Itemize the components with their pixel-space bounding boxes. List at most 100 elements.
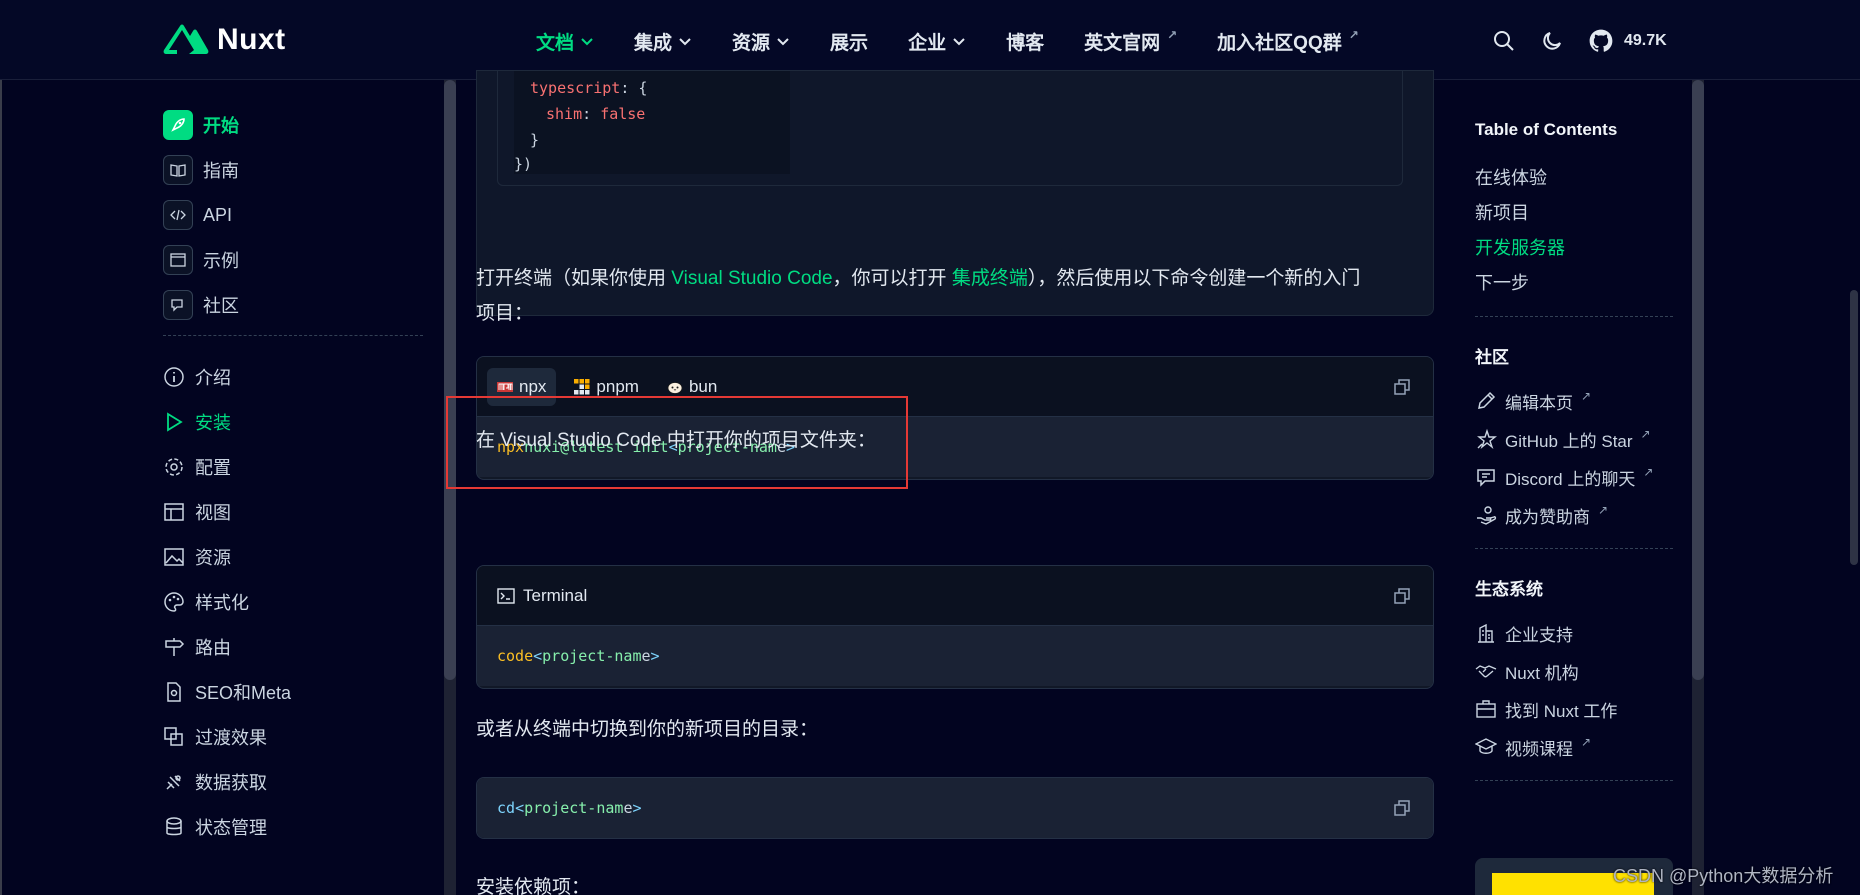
toc-item-next-steps[interactable]: 下一步 xyxy=(1475,269,1675,304)
copy-icon[interactable] xyxy=(1393,378,1411,396)
sidebar-item-routing[interactable]: 路由 xyxy=(163,632,423,662)
terminal-label: Terminal xyxy=(523,585,588,605)
sidebar-item-label: 视图 xyxy=(195,503,231,523)
nav-integrations[interactable]: 集成 xyxy=(634,28,692,55)
scrollbar-thumb[interactable] xyxy=(1692,80,1704,680)
toc-item-dev-server[interactable]: 开发服务器 xyxy=(1475,234,1675,269)
link-video-courses[interactable]: 视频课程 ↗ xyxy=(1475,728,1675,766)
sidebar-item-transitions[interactable]: 过渡效果 xyxy=(163,722,423,752)
link-github-star[interactable]: GitHub 上的 Star ↗ xyxy=(1475,420,1675,458)
github-icon[interactable] xyxy=(1588,28,1614,54)
nav-showcase[interactable]: 展示 xyxy=(830,28,868,55)
moon-icon[interactable] xyxy=(1540,29,1564,53)
scrollbar-thumb[interactable] xyxy=(444,80,456,680)
page-scrollbar[interactable] xyxy=(1848,80,1860,895)
toc-link-label: GitHub 上的 Star xyxy=(1505,431,1633,451)
nav-blog[interactable]: 博客 xyxy=(1006,28,1044,55)
code-token: e xyxy=(641,647,651,665)
nav-enterprise[interactable]: 企业 xyxy=(908,28,966,55)
external-link-icon: ↗ xyxy=(1581,735,1592,749)
transition-icon xyxy=(163,726,185,748)
code-line: typescript: { xyxy=(530,79,647,97)
nav-blog-label: 博客 xyxy=(1006,32,1045,54)
hands-icon xyxy=(1477,506,1497,525)
link-vscode[interactable]: Visual Studio Code xyxy=(671,268,832,289)
code-token: cd xyxy=(497,799,516,817)
sidebar-item-getting-started[interactable]: 开始 xyxy=(163,110,423,140)
code-token: < xyxy=(515,799,525,817)
copy-icon[interactable] xyxy=(1393,799,1411,817)
search-icon[interactable] xyxy=(1492,29,1516,53)
toc-link-label: 成为赞助商 xyxy=(1505,507,1590,527)
code-token: e xyxy=(623,799,633,817)
command-line[interactable]: cd < project-nam e > xyxy=(477,778,1433,838)
scrollbar-thumb[interactable] xyxy=(1850,290,1858,565)
toc-link-label: Discord 上的聊天 xyxy=(1505,469,1636,489)
nav-english-site[interactable]: 英文官网 ↗ xyxy=(1084,28,1177,55)
star-icon xyxy=(1477,428,1497,450)
satellite-icon xyxy=(163,771,185,793)
sidebar-item-examples[interactable]: 示例 xyxy=(163,245,423,275)
toc-scrollbar[interactable] xyxy=(1692,80,1704,895)
database-icon xyxy=(163,816,185,838)
link-integrated-terminal[interactable]: 集成终端 xyxy=(952,268,1028,289)
sidebar-item-label: SEO和Meta xyxy=(195,683,292,703)
sidebar-item-seo-meta[interactable]: SEO和Meta xyxy=(163,677,423,707)
sidebar-item-introduction[interactable]: 介绍 xyxy=(163,362,423,392)
nav-docs[interactable]: 文档 xyxy=(536,28,594,55)
sidebar-item-label: 社区 xyxy=(203,296,239,316)
code-token: project-nam xyxy=(524,799,624,817)
sidebar-item-data-fetching[interactable]: 数据获取 xyxy=(163,767,423,797)
sidebar-item-community[interactable]: 社区 xyxy=(163,290,423,320)
sidebar-item-label: 安装 xyxy=(195,413,231,433)
sidebar-divider xyxy=(163,335,423,336)
sidebar-item-label: 配置 xyxy=(195,458,231,478)
bun-icon xyxy=(667,381,683,394)
book-icon xyxy=(163,155,193,185)
code-token: project-nam xyxy=(542,647,642,665)
terminal-header: Terminal xyxy=(477,566,1433,626)
copy-icon[interactable] xyxy=(1393,587,1411,605)
link-nuxt-jobs[interactable]: 找到 Nuxt 工作 xyxy=(1475,690,1675,728)
code-icon xyxy=(163,200,193,230)
code-inner-frame: typescript: { shim: false } }) xyxy=(497,71,1403,186)
sidebar-item-styling[interactable]: 样式化 xyxy=(163,587,423,617)
sidebar-item-assets[interactable]: 资源 xyxy=(163,542,423,572)
tab-label: bun xyxy=(688,376,718,396)
link-enterprise-support[interactable]: 企业支持 xyxy=(1475,614,1675,652)
sidebar-item-guide[interactable]: 指南 xyxy=(163,155,423,185)
link-discord-chat[interactable]: Discord 上的聊天 ↗ xyxy=(1475,458,1675,496)
sidebar-item-configuration[interactable]: 配置 xyxy=(163,452,423,482)
sidebar-item-api[interactable]: API xyxy=(163,200,423,230)
toc-item-online-playground[interactable]: 在线体验 xyxy=(1475,164,1675,199)
text-span: 打开终端（如果你使用 xyxy=(476,268,672,289)
nav-integrations-label: 集成 xyxy=(634,32,673,54)
link-nuxt-agencies[interactable]: Nuxt 机构 xyxy=(1475,652,1675,690)
toc-divider xyxy=(1475,548,1673,549)
nuxt-logo-icon xyxy=(163,24,209,54)
external-link-icon: ↗ xyxy=(1348,28,1359,42)
github-stars-count[interactable]: 49.7K xyxy=(1624,32,1667,50)
sidebar-item-views[interactable]: 视图 xyxy=(163,497,423,527)
sidebar-item-state-management[interactable]: 状态管理 xyxy=(163,812,423,842)
external-link-icon: ↗ xyxy=(1598,503,1609,517)
command-line[interactable]: code < project-nam e > xyxy=(477,626,1433,686)
link-edit-page[interactable]: 编辑本页 ↗ xyxy=(1475,382,1675,420)
gear-icon xyxy=(163,456,185,478)
toc-item-new-project[interactable]: 新项目 xyxy=(1475,199,1675,234)
toc-link-label: 找到 Nuxt 工作 xyxy=(1505,701,1618,721)
nav-resources[interactable]: 资源 xyxy=(732,28,790,55)
code-token: code xyxy=(497,647,534,665)
nuxt-logo[interactable]: Nuxt xyxy=(163,22,286,58)
link-become-sponsor[interactable]: 成为赞助商 ↗ xyxy=(1475,496,1675,534)
briefcase-icon xyxy=(1476,700,1496,718)
sidebar-item-installation[interactable]: 安装 xyxy=(163,407,423,437)
signpost-icon xyxy=(163,636,185,658)
nav-join-qq[interactable]: 加入社区QQ群 ↗ xyxy=(1217,28,1359,55)
code-token: > xyxy=(650,647,660,665)
terminal-icon xyxy=(497,587,515,604)
palette-icon xyxy=(163,591,185,613)
tab-label: npx xyxy=(519,376,547,396)
nav-enterprise-label: 企业 xyxy=(908,32,947,54)
handshake-icon xyxy=(1475,665,1497,678)
